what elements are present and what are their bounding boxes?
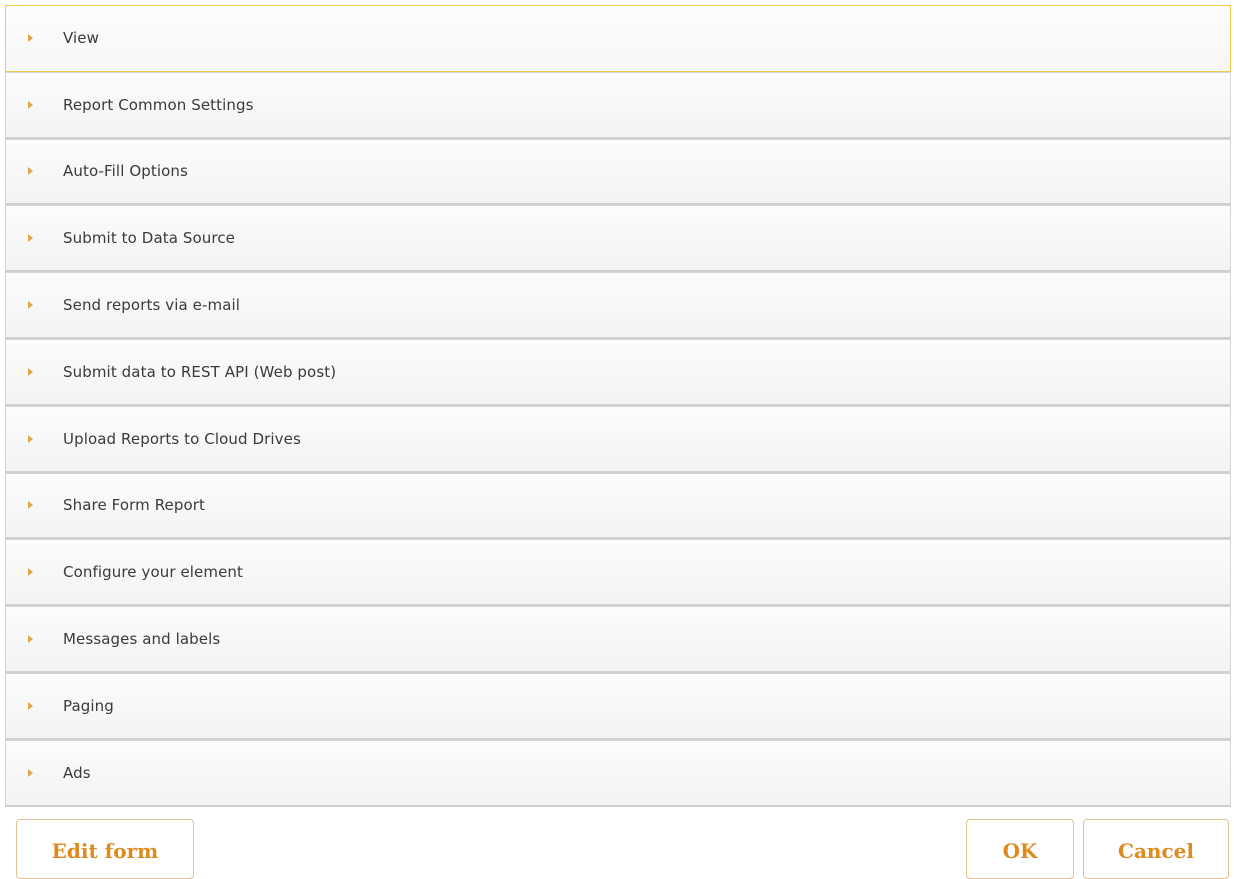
cancel-button[interactable]: Cancel xyxy=(1083,819,1229,879)
settings-accordion: View Report Common Settings Auto-Fill Op… xyxy=(5,5,1231,807)
accordion-item-messages-and-labels[interactable]: Messages and labels xyxy=(5,606,1231,673)
ok-button[interactable]: OK xyxy=(966,819,1074,879)
accordion-item-label: Submit to Data Source xyxy=(63,229,236,248)
accordion-item-label: Messages and labels xyxy=(63,630,221,649)
accordion-item-auto-fill-options[interactable]: Auto-Fill Options xyxy=(5,138,1231,206)
accordion-item-submit-to-data-source[interactable]: Submit to Data Source xyxy=(5,205,1231,273)
accordion-item-ads[interactable]: Ads xyxy=(5,739,1231,807)
accordion-item-label: Submit data to REST API (Web post) xyxy=(63,362,337,381)
triangle-right-icon xyxy=(28,434,33,443)
accordion-item-label: Upload Reports to Cloud Drives xyxy=(63,429,301,448)
accordion-item-label: Ads xyxy=(63,763,91,782)
accordion-item-configure-your-element[interactable]: Configure your element xyxy=(5,539,1231,607)
triangle-right-icon xyxy=(28,768,33,777)
accordion-item-label: Send reports via e-mail xyxy=(63,296,241,315)
triangle-right-icon xyxy=(28,167,33,176)
accordion-item-share-form-report[interactable]: Share Form Report xyxy=(5,472,1231,540)
accordion-item-send-reports-via-email[interactable]: Send reports via e-mail xyxy=(5,272,1231,339)
triangle-right-icon xyxy=(28,34,33,43)
accordion-item-label: Paging xyxy=(63,696,114,715)
accordion-item-submit-data-to-rest-api[interactable]: Submit data to REST API (Web post) xyxy=(5,338,1231,406)
accordion-item-label: View xyxy=(63,29,99,48)
triangle-right-icon xyxy=(28,701,33,710)
accordion-item-paging[interactable]: Paging xyxy=(5,672,1231,740)
triangle-right-icon xyxy=(28,234,33,243)
accordion-item-label: Report Common Settings xyxy=(63,95,254,114)
edit-form-button[interactable]: Edit form xyxy=(16,819,194,879)
triangle-right-icon xyxy=(28,568,33,577)
accordion-item-upload-reports-to-cloud-drives[interactable]: Upload Reports to Cloud Drives xyxy=(5,405,1231,473)
accordion-item-label: Share Form Report xyxy=(63,496,206,515)
triangle-right-icon xyxy=(28,367,33,376)
triangle-right-icon xyxy=(28,301,33,310)
accordion-item-report-common-settings[interactable]: Report Common Settings xyxy=(5,71,1231,139)
triangle-right-icon xyxy=(28,100,33,109)
accordion-item-label: Auto-Fill Options xyxy=(63,162,188,181)
triangle-right-icon xyxy=(28,635,33,644)
accordion-item-view[interactable]: View xyxy=(5,5,1231,72)
accordion-item-label: Configure your element xyxy=(63,563,244,582)
triangle-right-icon xyxy=(28,501,33,510)
